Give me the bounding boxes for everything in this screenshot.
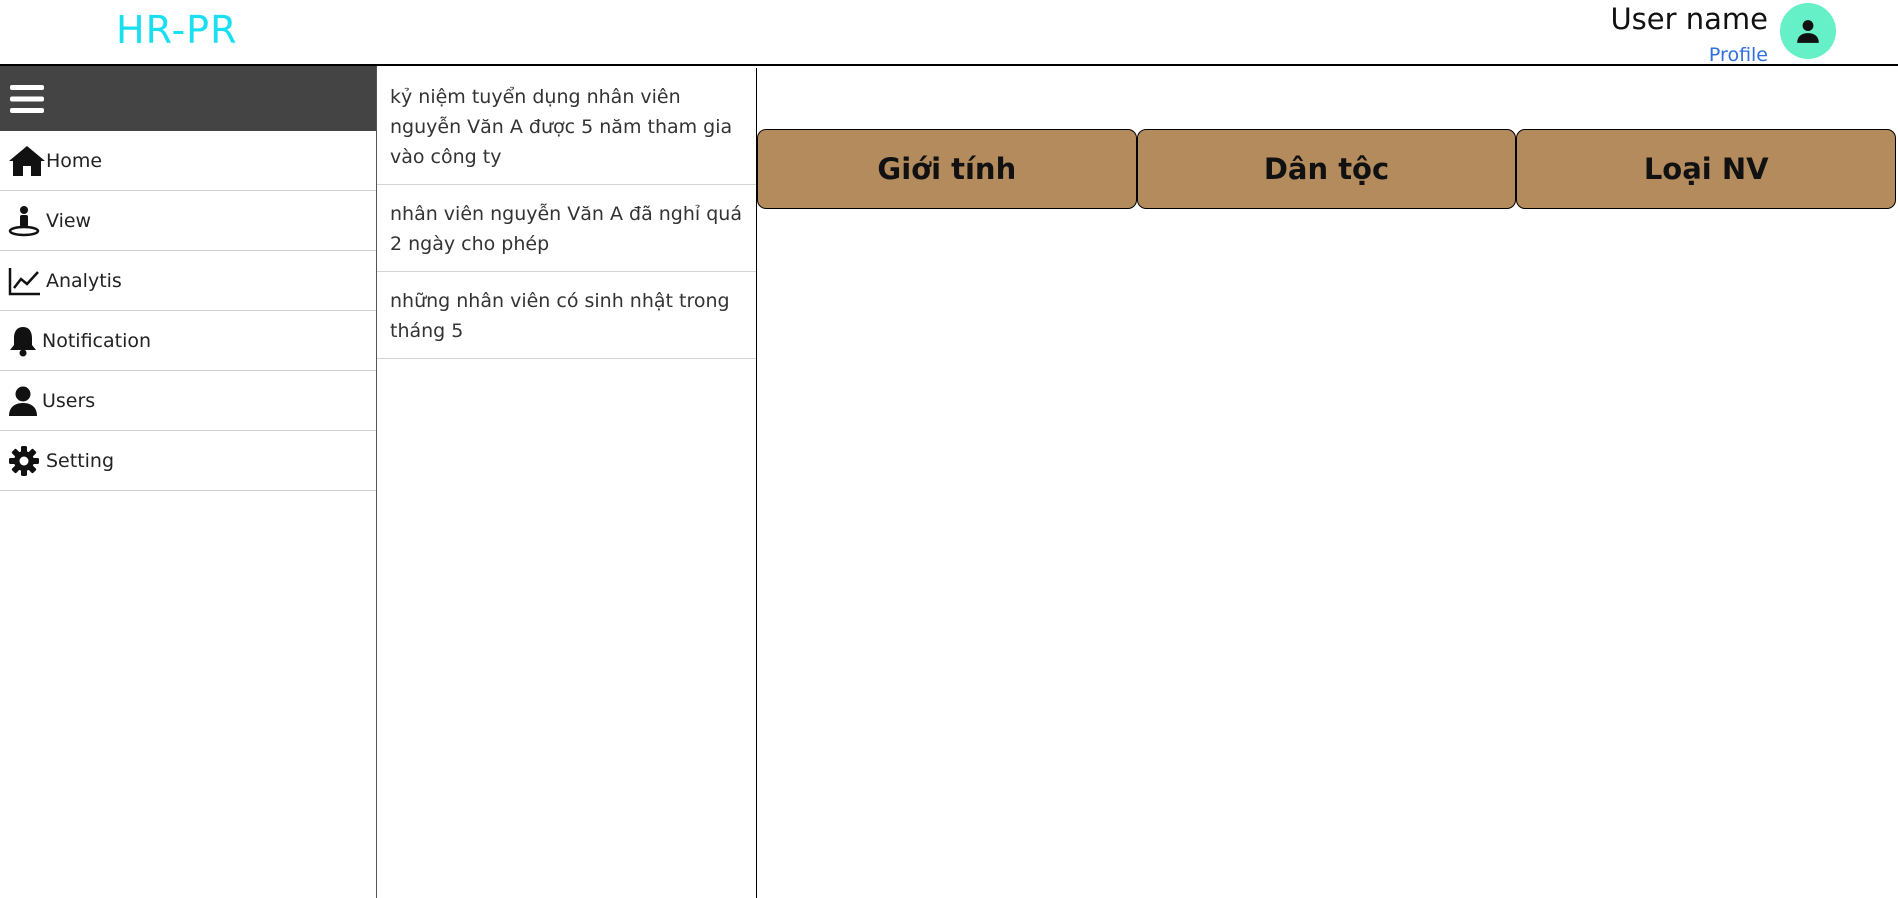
sidebar-item-label: Users (42, 389, 96, 412)
notification-item[interactable]: những nhân viên có sinh nhật trong tháng… (377, 272, 756, 359)
notification-item[interactable]: kỷ niệm tuyển dụng nhân viên nguyễn Văn … (377, 68, 756, 185)
sidebar-header (0, 66, 376, 131)
sidebar-item-home[interactable]: Home (0, 131, 376, 191)
tab-dan-toc[interactable]: Dân tộc (1136, 129, 1517, 209)
sidebar-item-label: View (46, 209, 92, 232)
sidebar-item-label: Setting (46, 449, 115, 472)
sidebar-item-label: Notification (42, 329, 152, 352)
bell-icon (8, 324, 42, 358)
notification-item[interactable]: nhân viên nguyễn Văn A đã nghỉ quá 2 ngà… (377, 185, 756, 272)
tab-gioi-tinh[interactable]: Giới tính (757, 129, 1137, 209)
hamburger-menu-icon (10, 84, 44, 113)
avatar[interactable] (1780, 3, 1836, 59)
home-icon (8, 144, 46, 178)
user-name-label: User name (1610, 2, 1768, 36)
notification-panel: kỷ niệm tuyển dụng nhân viên nguyễn Văn … (377, 68, 757, 898)
sidebar-item-users[interactable]: Users (0, 371, 376, 431)
gear-icon (8, 444, 46, 478)
tab-loai-nv[interactable]: Loại NV (1516, 129, 1897, 209)
profile-link[interactable]: Profile (1709, 44, 1768, 66)
person-pin-icon (8, 204, 46, 238)
user-icon (8, 384, 42, 418)
sidebar-item-label: Analytis (46, 269, 122, 292)
sidebar-item-analytis[interactable]: Analytis (0, 251, 376, 311)
sidebar-item-setting[interactable]: Setting (0, 431, 376, 491)
top-header: HR-PR User name Profile (0, 0, 1898, 66)
sidebar-item-view[interactable]: View (0, 191, 376, 251)
menu-toggle-button[interactable] (10, 84, 44, 114)
chart-line-icon (8, 264, 46, 298)
sidebar-item-label: Home (46, 149, 103, 172)
category-tabs: Giới tính Dân tộc Loại NV (757, 129, 1897, 209)
person-icon (1797, 20, 1819, 43)
sidebar: Home View Analytis Notification Users Se… (0, 66, 377, 898)
brand-logo[interactable]: HR-PR (116, 8, 237, 52)
sidebar-item-notification[interactable]: Notification (0, 311, 376, 371)
